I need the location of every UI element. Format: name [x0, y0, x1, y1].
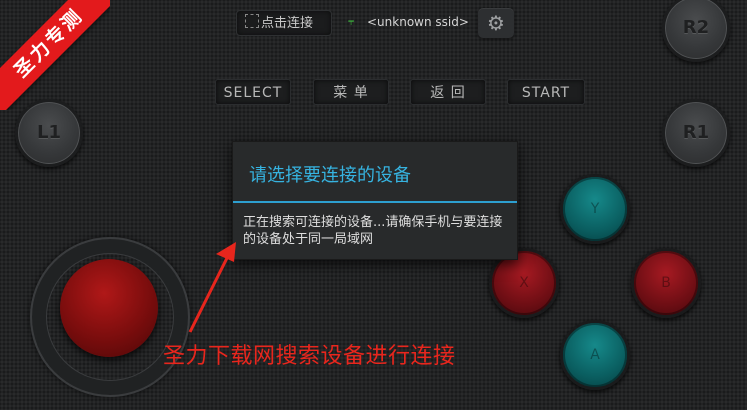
face-button-a[interactable]: A: [560, 320, 630, 390]
annotation-text: 圣力下载网搜索设备进行连接: [163, 344, 456, 369]
ribbon-label: 圣力专测: [0, 0, 110, 110]
face-button-y[interactable]: Y: [560, 174, 630, 244]
connect-button[interactable]: 点击连接: [236, 10, 332, 36]
gear-icon: ⚙: [487, 11, 505, 35]
settings-button[interactable]: ⚙: [478, 8, 514, 38]
joystick-knob[interactable]: [60, 259, 158, 357]
dialog-message: 正在搜索可连接的设备...请确保手机与要连接的设备处于同一局域网: [243, 215, 503, 247]
dialog-divider: [233, 201, 517, 203]
corner-ribbon: 圣力专测: [0, 0, 110, 110]
r2-button[interactable]: R2: [662, 0, 730, 62]
connect-label: 点击连接: [261, 16, 314, 31]
ssid-label: <unknown ssid>: [367, 15, 469, 29]
annotation-arrow-icon: [188, 242, 236, 333]
dialog-title: 请选择要连接的设备: [249, 165, 411, 186]
connect-icon: [245, 14, 259, 28]
r1-button[interactable]: R1: [662, 99, 730, 167]
start-button[interactable]: START: [507, 79, 585, 105]
menu-button[interactable]: 菜 单: [313, 79, 389, 105]
select-button[interactable]: SELECT: [215, 79, 291, 105]
wifi-icon: ⫧: [348, 15, 355, 28]
select-device-dialog: 请选择要连接的设备 正在搜索可连接的设备...请确保手机与要连接的设备处于同一局…: [232, 141, 518, 260]
back-button[interactable]: 返 回: [410, 79, 486, 105]
face-button-b[interactable]: B: [631, 248, 701, 318]
